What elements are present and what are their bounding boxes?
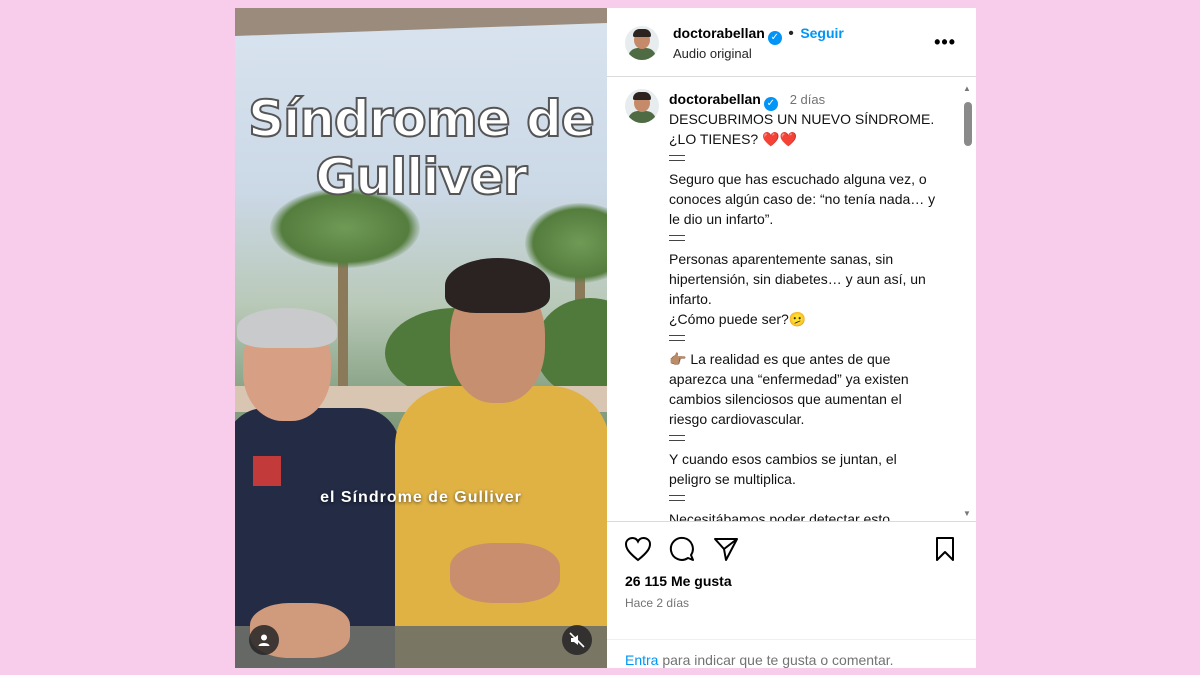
login-prompt: Entra para indicar que te gusta o coment…	[607, 639, 976, 668]
more-options-icon[interactable]: •••	[934, 32, 956, 53]
caption-paragraph: Seguro que has escuchado alguna vez, o c…	[669, 171, 936, 227]
heart-icon[interactable]	[624, 536, 652, 562]
caption-paragraph: DESCUBRIMOS UN NUEVO SÍNDROME. ¿LO TIENE…	[669, 111, 935, 147]
caption-paragraph: Necesitábamos poder detectar esto	[669, 511, 891, 521]
separator-icon	[669, 155, 685, 161]
roof-edge	[235, 8, 607, 36]
instagram-post: Síndrome de Gulliver el Síndrome de Gull…	[235, 8, 976, 668]
dot-separator: •	[788, 25, 794, 42]
caption-username[interactable]: doctorabellan	[669, 91, 761, 107]
scrollbar[interactable]: ▲ ▼	[960, 82, 974, 520]
post-age[interactable]: Hace 2 días	[625, 596, 689, 610]
bush-right	[535, 298, 607, 398]
caption-paragraph: 👉🏽 La realidad es que antes de que apare…	[669, 351, 909, 427]
mute-button[interactable]	[562, 625, 592, 655]
separator-icon	[669, 335, 685, 341]
avatar[interactable]	[625, 26, 659, 60]
person-left-hair	[237, 308, 337, 348]
caption-avatar[interactable]	[625, 89, 659, 123]
video-player[interactable]: Síndrome de Gulliver el Síndrome de Gull…	[235, 8, 607, 668]
share-icon[interactable]	[713, 536, 739, 562]
video-caption: el Síndrome de Gulliver	[320, 489, 522, 506]
likes-count[interactable]: 26 115 Me gusta	[625, 573, 732, 589]
scroll-up-icon[interactable]: ▲	[963, 84, 971, 93]
caption-text: DESCUBRIMOS UN NUEVO SÍNDROME. ¿LO TIENE…	[669, 109, 941, 521]
login-prompt-text: para indicar que te gusta o comentar.	[662, 652, 894, 668]
verified-badge-icon: ✓	[767, 31, 782, 45]
video-title-line2: Gulliver	[314, 147, 528, 207]
caption-paragraph: ¿Cómo puede ser?🫤	[669, 311, 807, 327]
separator-icon	[669, 235, 685, 241]
audio-label[interactable]: Audio original	[673, 46, 752, 61]
person-right-hair	[445, 258, 550, 313]
separator-icon	[669, 495, 685, 501]
login-link[interactable]: Entra	[625, 652, 658, 668]
video-title-line1: Síndrome de	[247, 89, 596, 149]
profile-tags-button[interactable]	[249, 625, 279, 655]
bookmark-icon[interactable]	[934, 536, 956, 562]
speaker-muted-icon	[569, 632, 585, 648]
caption-scroll-area[interactable]: doctorabellan ✓ 2 días DESCUBRIMOS UN NUE…	[607, 77, 976, 521]
scroll-thumb[interactable]	[964, 102, 972, 146]
caption-time: 2 días	[789, 92, 826, 107]
collar	[253, 456, 281, 486]
separator-icon	[669, 435, 685, 441]
caption-paragraph: Personas aparentemente sanas, sin hipert…	[669, 251, 926, 307]
hands-right	[450, 543, 560, 603]
comment-icon[interactable]	[669, 536, 695, 562]
post-header: doctorabellan ✓ • Seguir Audio original •…	[607, 8, 976, 77]
follow-button[interactable]: Seguir	[800, 25, 844, 41]
scroll-down-icon[interactable]: ▼	[963, 509, 971, 518]
user-icon	[258, 634, 270, 646]
post-sidebar: doctorabellan ✓ • Seguir Audio original •…	[607, 8, 976, 668]
caption-paragraph: Y cuando esos cambios se juntan, el peli…	[669, 451, 897, 487]
actions-bar: 26 115 Me gusta Hace 2 días Entra para i…	[607, 521, 976, 669]
header-username[interactable]: doctorabellan	[673, 25, 765, 41]
